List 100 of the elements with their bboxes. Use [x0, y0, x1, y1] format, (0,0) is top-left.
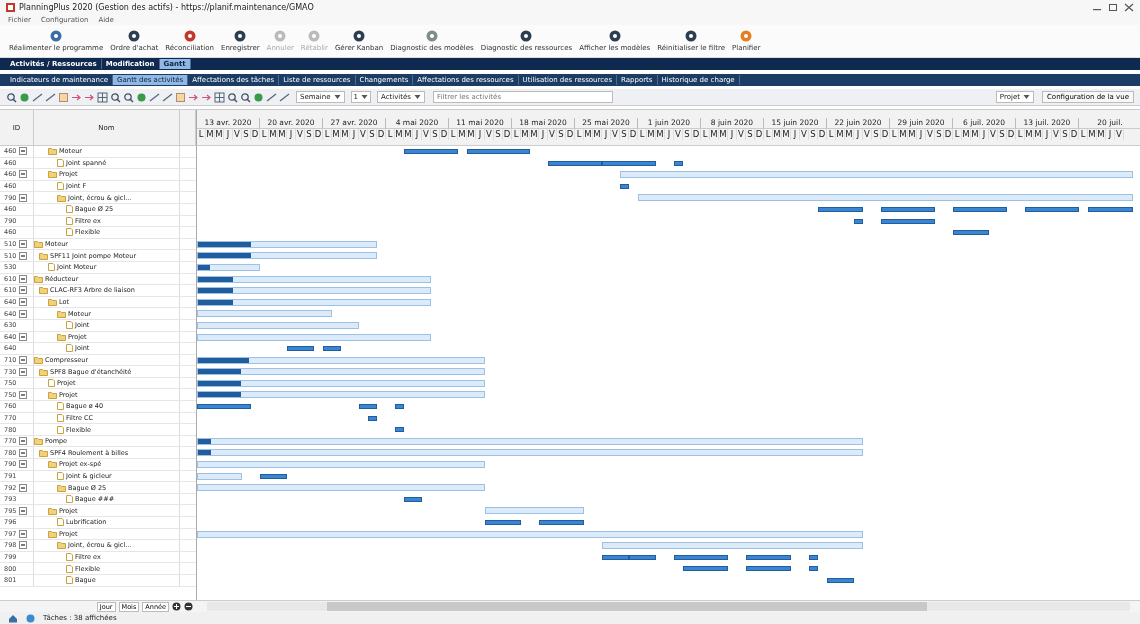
line-icon[interactable] [32, 91, 43, 103]
collapse-icon[interactable] [19, 332, 28, 341]
day-label: D [251, 129, 260, 140]
caret-icon [361, 94, 368, 100]
search-icon[interactable] [227, 91, 238, 103]
document-icon [57, 518, 64, 527]
task-bar [854, 218, 863, 224]
line-icon[interactable] [162, 91, 173, 103]
folder-icon [48, 170, 57, 179]
day-label: V [611, 129, 620, 140]
collapse-icon[interactable] [19, 437, 28, 446]
day-label: M [899, 129, 908, 140]
day-label: D [314, 129, 323, 140]
horizontal-scrollbar[interactable] [207, 602, 1130, 611]
day-label: M [845, 129, 854, 140]
day-label: S [1061, 129, 1070, 140]
task-bar [674, 160, 683, 166]
grid-icon[interactable] [97, 91, 108, 103]
day-label: V [800, 129, 809, 140]
collapse-icon[interactable] [19, 460, 28, 469]
scroll-thumb[interactable] [327, 602, 927, 611]
task-bar [881, 206, 935, 212]
task-bar [827, 577, 854, 583]
search-icon[interactable] [240, 91, 251, 103]
collapse-icon[interactable] [19, 367, 28, 376]
day-label: L [260, 129, 269, 140]
document-icon [57, 471, 64, 480]
collapse-icon[interactable] [19, 170, 28, 179]
collapse-icon[interactable] [19, 274, 28, 283]
day-label: L [764, 129, 773, 140]
zoom-out-icon[interactable] [184, 602, 193, 611]
collapse-icon[interactable] [19, 309, 28, 318]
globe-icon[interactable] [26, 613, 35, 623]
summary-bar [197, 263, 260, 271]
folder-icon [57, 193, 66, 202]
task-bar [359, 404, 377, 410]
task-bar [881, 218, 935, 224]
day-label: S [557, 129, 566, 140]
collapse-icon[interactable] [19, 390, 28, 399]
day-label: S [494, 129, 503, 140]
task-bar [197, 404, 251, 410]
line-icon[interactable] [45, 91, 56, 103]
day-label: L [701, 129, 710, 140]
day-label: D [755, 129, 764, 140]
day-label: J [728, 129, 737, 140]
day-label: S [431, 129, 440, 140]
circle-icon [274, 30, 287, 42]
document-icon [66, 321, 73, 330]
square-icon[interactable] [175, 91, 186, 103]
document-icon [57, 158, 64, 167]
day-label: L [197, 129, 206, 140]
document-icon [48, 379, 55, 388]
task-bar [674, 554, 728, 560]
close-icon[interactable] [1124, 2, 1134, 12]
collapse-icon[interactable] [19, 286, 28, 295]
zoom-in-icon[interactable] [172, 602, 181, 611]
collapse-icon[interactable] [19, 506, 28, 515]
day-label: L [575, 129, 584, 140]
day-label: M [341, 129, 350, 140]
search-icon[interactable] [123, 91, 134, 103]
task-bar [620, 183, 629, 189]
caret-icon [414, 94, 421, 100]
collapse-icon[interactable] [19, 356, 28, 364]
grid-icon[interactable] [214, 91, 225, 103]
day-label: V [863, 129, 872, 140]
collapse-icon[interactable] [19, 147, 28, 156]
search-icon[interactable] [6, 91, 17, 103]
collapse-icon[interactable] [19, 529, 28, 538]
dot-icon[interactable] [253, 91, 264, 103]
circle-icon [740, 30, 753, 42]
task-bar [746, 566, 791, 572]
collapse-icon[interactable] [19, 298, 28, 306]
day-label: V [422, 129, 431, 140]
day-label: S [683, 129, 692, 140]
collapse-icon[interactable] [19, 483, 28, 492]
circle-icon [520, 30, 533, 42]
day-label: M [332, 129, 341, 140]
collapse-icon[interactable] [19, 541, 28, 550]
day-label: J [224, 129, 233, 140]
search-icon[interactable] [110, 91, 121, 103]
day-label: V [1115, 129, 1124, 140]
day-label: M [971, 129, 980, 140]
task-bar [485, 520, 521, 525]
day-label: M [467, 129, 476, 140]
task-bar [683, 566, 728, 572]
dot-icon[interactable] [19, 91, 30, 103]
square-icon[interactable] [58, 91, 69, 103]
collapse-icon[interactable] [19, 240, 28, 249]
maximize-icon[interactable] [1108, 2, 1118, 12]
line-icon[interactable] [149, 91, 160, 103]
line-icon[interactable] [279, 91, 290, 103]
day-label: V [1052, 129, 1061, 140]
collapse-icon[interactable] [19, 251, 28, 260]
line-icon[interactable] [266, 91, 277, 103]
task-bar [368, 415, 377, 421]
dot-icon[interactable] [136, 91, 147, 103]
collapse-icon[interactable] [19, 193, 28, 202]
collapse-icon[interactable] [19, 448, 28, 457]
day-label: V [296, 129, 305, 140]
task-bar [467, 149, 530, 154]
